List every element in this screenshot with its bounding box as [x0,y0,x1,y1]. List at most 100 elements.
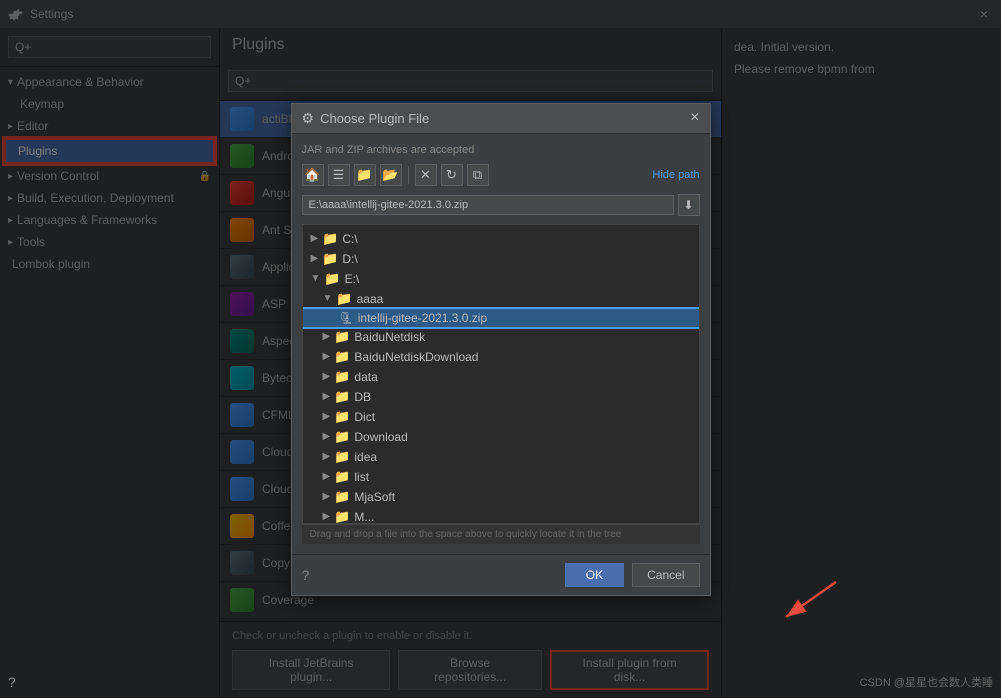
chevron-right-icon: ▶ [323,431,331,442]
folder-icon: 📁 [334,449,350,465]
chevron-right-icon: ▸ [8,121,13,132]
sidebar-item-label: Lombok plugin [12,257,90,271]
refresh-button[interactable]: ↻ [441,164,463,186]
chevron-right-icon: ▶ [323,451,331,462]
folder-icon: 📁 [324,271,340,287]
folder-icon: 📁 [322,231,338,247]
path-row: ⬇ [302,194,700,216]
browse-repositories-button[interactable]: Browse repositories... [398,650,542,690]
sidebar-item-label: Tools [17,235,45,249]
tree-item-e[interactable]: ▼ 📁 E:\ [303,269,699,289]
tree-item-baidunetdisk[interactable]: ▶ 📁 BaiduNetdisk [303,327,699,347]
list-view-button[interactable]: ☰ [328,164,350,186]
chevron-right-icon: ▶ [323,511,331,522]
tree-item-c[interactable]: ▶ 📁 C:\ [303,229,699,249]
folder-icon: 📁 [322,251,338,267]
chevron-right-icon: ▶ [311,233,319,244]
tree-item-m[interactable]: ▶ 📁 M... [303,507,699,524]
copy-path-button[interactable]: ⧉ [467,164,489,186]
plugin-icon [230,292,254,316]
plugin-icon [230,181,254,205]
plugin-icon [230,107,254,131]
tree-item-intellij-gitee-zip[interactable]: 🗜 intellij-gitee-2021.3.0.zip [303,309,699,327]
tree-item-baidunetdiskdownload[interactable]: ▶ 📁 BaiduNetdiskDownload [303,347,699,367]
plugin-icon [230,514,254,538]
chevron-right-icon: ▸ [8,193,13,204]
chevron-down-icon: ▾ [8,77,13,88]
tree-item-db[interactable]: ▶ 📁 DB [303,387,699,407]
path-input[interactable] [302,195,674,215]
sidebar-item-plugins[interactable]: Plugins [4,138,215,164]
tree-item-label: data [354,370,377,384]
tree-item-label: Dict [354,410,375,424]
folder-icon: 📁 [334,349,350,365]
tree-item-aaaa[interactable]: ▼ 📁 aaaa [303,289,699,309]
lock-icon: 🔒 [199,171,211,182]
cancel-button[interactable]: Cancel [632,563,699,587]
folder-icon: 📁 [334,369,350,385]
plugin-icon [230,588,254,612]
sidebar-item-label: Plugins [18,144,57,158]
install-from-disk-button[interactable]: Install plugin from disk... [550,650,709,690]
tree-item-mjasoft[interactable]: ▶ 📁 MjaSoft [303,487,699,507]
plugins-search-input[interactable] [228,70,713,92]
chevron-right-icon: ▸ [8,171,13,182]
sidebar-item-label: Version Control [17,169,99,183]
new-folder-button[interactable]: 📂 [380,164,402,186]
window-title: Settings [30,7,975,21]
tree-item-idea[interactable]: ▶ 📁 idea [303,447,699,467]
modal-icon: ⚙ [302,110,315,127]
right-panel-text2: Please remove bpmn from [734,62,989,76]
up-button[interactable]: 📁 [354,164,376,186]
plugin-icon [230,366,254,390]
sidebar-item-lombok[interactable]: Lombok plugin [0,253,219,275]
folder-icon: 📁 [334,329,350,345]
file-toolbar: 🏠 ☰ 📁 📂 ✕ ↻ ⧉ Hide path [302,164,700,186]
sidebar-item-build[interactable]: ▸ Build, Execution, Deployment [0,187,219,209]
tree-item-data[interactable]: ▶ 📁 data [303,367,699,387]
sidebar-item-keymap[interactable]: Keymap [0,93,219,115]
modal-close-button[interactable]: × [690,110,699,126]
plugins-panel-title: Plugins [220,28,721,62]
hide-path-button[interactable]: Hide path [652,169,699,181]
file-tree[interactable]: ▶ 📁 C:\ ▶ 📁 D:\ ▼ 📁 E:\ ▼ 📁 aaaa [302,224,700,524]
choose-plugin-file-modal: ⚙ Choose Plugin File × JAR and ZIP archi… [291,103,711,596]
tree-item-dict[interactable]: ▶ 📁 Dict [303,407,699,427]
folder-icon: 📁 [334,429,350,445]
sidebar-item-editor[interactable]: ▸ Editor [0,115,219,137]
chevron-right-icon: ▶ [323,351,331,362]
sidebar-item-label: Languages & Frameworks [17,213,157,227]
delete-button[interactable]: ✕ [415,164,437,186]
window-close-button[interactable]: × [975,5,993,23]
ok-button[interactable]: OK [565,563,624,587]
sidebar: ▾ Appearance & Behavior Keymap ▸ Editor … [0,28,220,698]
tree-item-label: intellij-gitee-2021.3.0.zip [358,311,487,325]
download-button[interactable]: ⬇ [678,194,700,216]
sidebar-search-input[interactable] [8,36,211,58]
sidebar-item-version-control[interactable]: ▸ Version Control 🔒 [0,165,219,187]
sidebar-item-appearance[interactable]: ▾ Appearance & Behavior [0,71,219,93]
chevron-right-icon: ▶ [323,491,331,502]
tree-item-download[interactable]: ▶ 📁 Download [303,427,699,447]
plugin-icon [230,440,254,464]
install-jetbrains-button[interactable]: Install JetBrains plugin... [232,650,390,690]
modal-title-bar: ⚙ Choose Plugin File × [292,104,710,134]
chevron-right-icon: ▶ [323,391,331,402]
sidebar-item-languages[interactable]: ▸ Languages & Frameworks [0,209,219,231]
tree-item-list[interactable]: ▶ 📁 list [303,467,699,487]
folder-icon: 📁 [336,291,352,307]
plugin-icon [230,477,254,501]
chevron-right-icon: ▶ [323,471,331,482]
settings-icon [8,6,24,22]
sidebar-items-list: ▾ Appearance & Behavior Keymap ▸ Editor … [0,67,219,698]
home-button[interactable]: 🏠 [302,164,324,186]
question-mark-button[interactable]: ? [8,674,16,690]
help-button[interactable]: ? [302,567,310,583]
drag-hint-text: Drag and drop a file into the space abov… [302,524,700,544]
plugin-icon [230,255,254,279]
tree-item-d[interactable]: ▶ 📁 D:\ [303,249,699,269]
sidebar-item-label: Editor [17,119,48,133]
folder-icon: 📁 [334,389,350,405]
file-icon: 🗜 [339,311,354,325]
sidebar-item-tools[interactable]: ▸ Tools [0,231,219,253]
